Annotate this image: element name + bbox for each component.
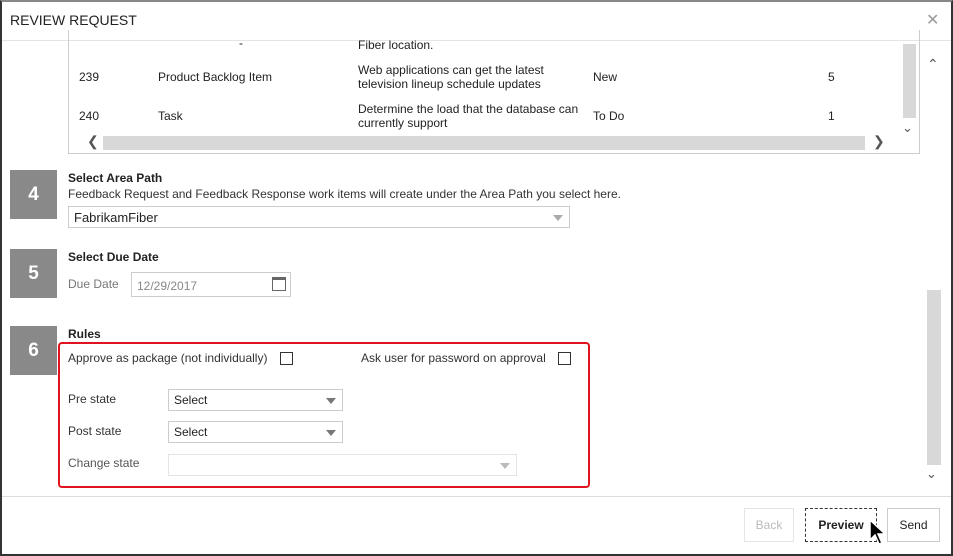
step-number: 4	[10, 170, 57, 219]
close-icon[interactable]: ✕	[926, 10, 939, 30]
area-path-dropdown[interactable]: FabrikamFiber	[68, 206, 570, 228]
section-title: Select Area Path	[68, 171, 163, 185]
scroll-down-icon[interactable]: ⌄	[926, 466, 937, 482]
mouse-cursor-icon	[869, 518, 886, 545]
approve-package-checkbox[interactable]	[280, 352, 293, 365]
change-state-dropdown[interactable]	[168, 454, 517, 476]
selected-value: Select	[174, 425, 208, 439]
table-cell: Fiber location.	[358, 38, 434, 52]
dialog-vertical-scrollbar[interactable]	[927, 290, 941, 465]
chevron-down-icon	[326, 430, 336, 436]
selected-value: Select	[174, 393, 208, 407]
chevron-down-icon	[326, 398, 336, 404]
back-button[interactable]: Back	[744, 508, 794, 542]
calendar-icon[interactable]	[272, 277, 286, 291]
chevron-down-icon	[500, 463, 510, 469]
work-items-table: - Fiber location. 239 Product Backlog It…	[68, 30, 920, 154]
section-description: Feedback Request and Feedback Response w…	[68, 187, 621, 201]
footer-divider	[2, 496, 951, 497]
post-state-label: Post state	[68, 424, 122, 438]
pre-state-dropdown[interactable]: Select	[168, 389, 343, 411]
scroll-up-icon[interactable]: ⌃	[927, 56, 939, 73]
selected-value: FabrikamFiber	[74, 210, 158, 225]
step-number: 5	[10, 249, 57, 298]
due-date-input[interactable]: 12/29/2017	[131, 272, 291, 297]
section-title: Select Due Date	[68, 250, 159, 264]
ask-password-checkbox[interactable]	[558, 352, 571, 365]
scroll-right-icon[interactable]: ❯	[873, 133, 885, 150]
scroll-down-icon[interactable]: ⌄	[902, 120, 913, 136]
send-button[interactable]: Send	[887, 508, 940, 542]
table-vertical-scrollbar[interactable]	[903, 44, 916, 118]
due-date-label: Due Date	[68, 277, 119, 291]
ask-password-label: Ask user for password on approval	[361, 351, 546, 365]
section-title: Rules	[68, 327, 101, 341]
dialog-title: REVIEW REQUEST	[10, 12, 137, 28]
change-state-label: Change state	[68, 456, 140, 470]
step-number: 6	[10, 326, 57, 375]
post-state-dropdown[interactable]: Select	[168, 421, 343, 443]
approve-package-label: Approve as package (not individually)	[68, 351, 268, 365]
pre-state-label: Pre state	[68, 392, 117, 406]
horizontal-scrollbar[interactable]	[103, 136, 865, 150]
due-date-value: 12/29/2017	[137, 279, 198, 293]
chevron-down-icon	[553, 215, 563, 221]
scroll-left-icon[interactable]: ❮	[87, 133, 99, 150]
preview-button[interactable]: Preview	[805, 508, 877, 542]
